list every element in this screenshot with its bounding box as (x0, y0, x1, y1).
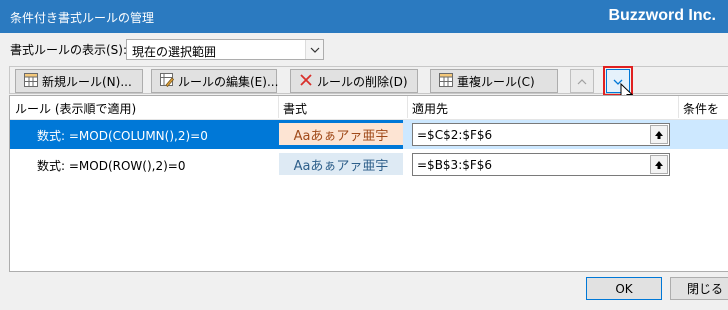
show-rules-label: 書式ルールの表示(S): (10, 43, 128, 57)
applies-to-field[interactable]: =$B$3:$F$6 (412, 153, 670, 176)
delete-icon (299, 73, 313, 90)
duplicate-icon (439, 72, 453, 90)
range-picker-icon[interactable] (650, 155, 668, 174)
delete-rule-label: ルールの削除(D) (317, 74, 408, 89)
move-up-icon (577, 74, 587, 88)
table-row[interactable]: 数式: =MOD(ROW(),2)=0 Aaあぁアァ亜宇 =$B$3:$F$6 (10, 150, 728, 179)
brand-label: Buzzword Inc. (608, 7, 716, 24)
new-rule-label: 新規ルール(N)... (42, 74, 132, 89)
delete-rule-button[interactable]: ルールの削除(D) (290, 69, 418, 93)
rules-table: ルール (表示順で適用) 書式 適用先 条件を満 数式: =MOD(COLUMN… (9, 95, 728, 272)
show-rules-select[interactable]: 現在の選択範囲 (126, 39, 324, 60)
edit-rule-icon (160, 72, 175, 90)
format-preview: Aaあぁアァ亜宇 (279, 123, 403, 145)
applies-to-value: =$C$2:$F$6 (417, 128, 493, 142)
rule-formula: 数式: =MOD(COLUMN(),2)=0 (37, 129, 208, 143)
format-preview: Aaあぁアァ亜宇 (279, 153, 403, 175)
table-header: ルール (表示順で適用) 書式 適用先 条件を満 (10, 96, 728, 133)
column-header-stop-if-true: 条件を満 (683, 102, 720, 133)
edit-rule-button[interactable]: ルールの編集(E)... (151, 69, 279, 93)
close-button[interactable]: 閉じる (670, 277, 728, 300)
duplicate-rule-button[interactable]: 重複ルール(C) (430, 69, 558, 93)
new-rule-icon (24, 72, 38, 90)
rule-formula: 数式: =MOD(ROW(),2)=0 (37, 159, 186, 173)
show-rules-value: 現在の選択範囲 (132, 45, 217, 59)
ok-button[interactable]: OK (586, 277, 662, 300)
applies-to-field[interactable]: =$C$2:$F$6 (412, 123, 670, 146)
range-picker-icon[interactable] (650, 125, 668, 144)
column-header-applies-to: 適用先 (412, 102, 449, 116)
new-rule-button[interactable]: 新規ルール(N)... (15, 69, 143, 93)
edit-rule-label: ルールの編集(E)... (178, 74, 279, 89)
move-up-button[interactable] (570, 69, 594, 93)
dropdown-arrow-icon[interactable] (305, 40, 323, 59)
applies-to-value: =$B$3:$F$6 (417, 158, 493, 172)
table-row[interactable]: 数式: =MOD(COLUMN(),2)=0 Aaあぁアァ亜宇 =$C$2:$F… (10, 120, 728, 149)
duplicate-rule-label: 重複ルール(C) (457, 74, 535, 89)
window-title: 条件付き書式ルールの管理 (10, 11, 155, 25)
column-header-rule: ルール (表示順で適用) (15, 102, 137, 116)
column-header-format: 書式 (283, 102, 308, 116)
title-bar: 条件付き書式ルールの管理 Buzzword Inc. (0, 0, 728, 33)
